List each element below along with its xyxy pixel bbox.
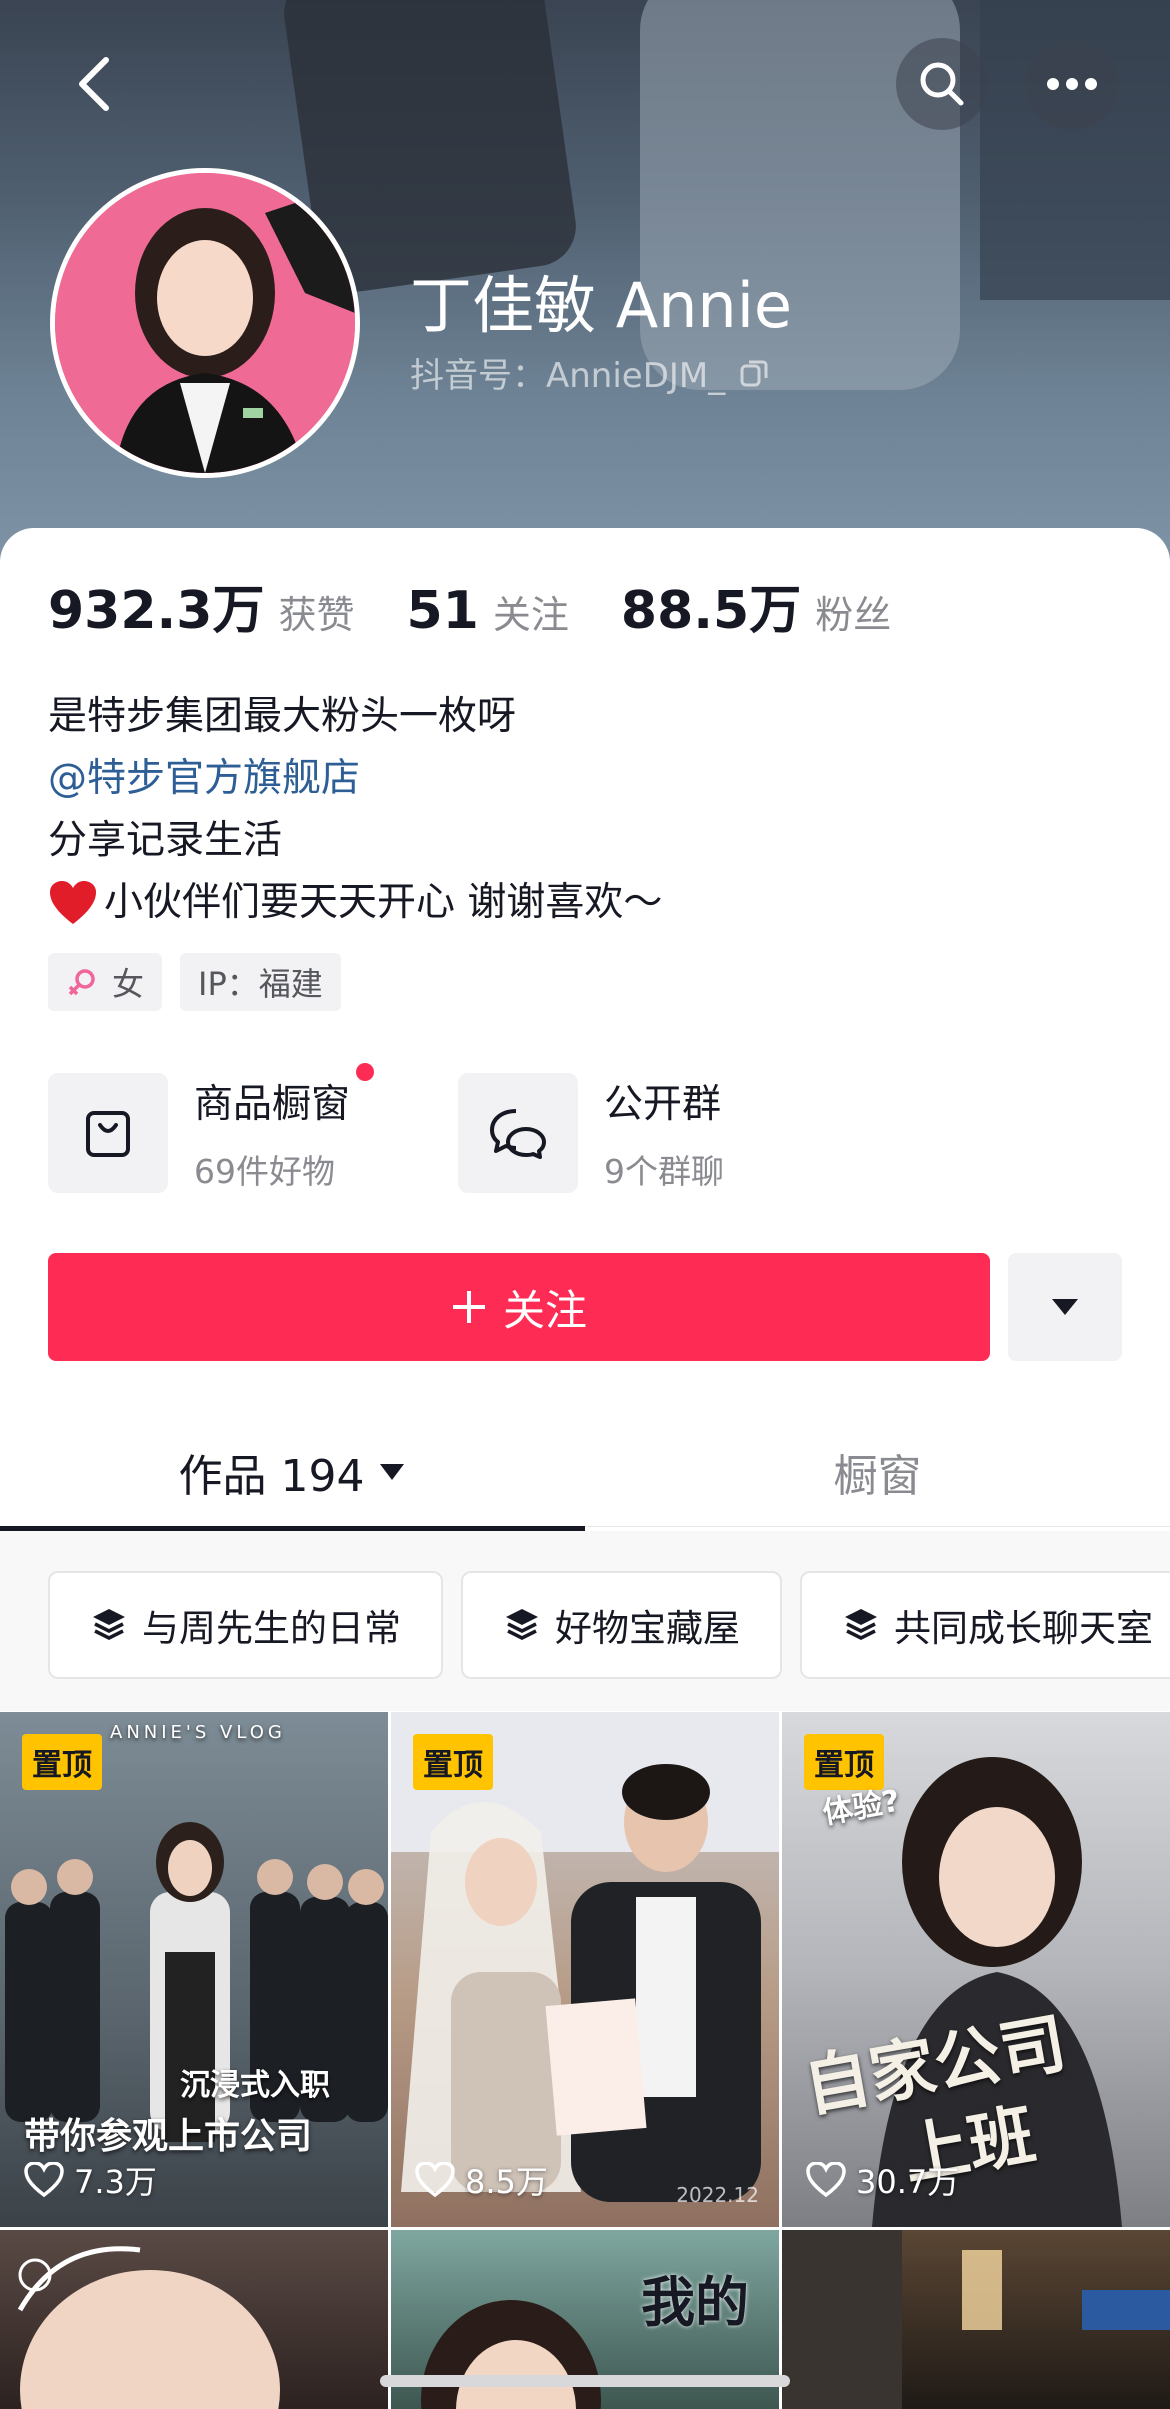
shopping-bag-icon xyxy=(86,1111,130,1157)
bio-line: 小伙伴们要天天开心 谢谢喜欢～ xyxy=(104,880,663,925)
more-options-button[interactable] xyxy=(1026,38,1118,130)
group-icon-box xyxy=(458,1073,578,1193)
female-icon xyxy=(68,969,95,996)
video-likes: 7.3万 xyxy=(24,2157,157,2203)
ip-tag: IP：福建 xyxy=(180,953,341,1011)
follow-label: 关注 xyxy=(502,1285,587,1335)
bio-line: 分享记录生活 xyxy=(48,818,283,863)
bio-mention-link[interactable]: @特步官方旗舰店 xyxy=(48,748,662,810)
bio-line: 是特步集团最大粉头一枚呀 xyxy=(48,694,517,739)
video-likes: 30.7万 xyxy=(806,2157,959,2203)
collection-chip[interactable]: 共同成长聊天室 xyxy=(800,1571,1170,1679)
tab-works[interactable]: 作品 194 xyxy=(0,1418,585,1526)
profile-tags: 女 IP：福建 xyxy=(48,953,341,1011)
content-tabs: 作品 194 橱窗 xyxy=(0,1418,1170,1527)
video-scene xyxy=(17,2246,280,2409)
stat-value: 932.3万 xyxy=(48,581,265,641)
douyin-id[interactable]: 抖音号：AnnieDJM_ xyxy=(410,348,769,397)
copy-icon[interactable] xyxy=(739,358,769,388)
video-caption: 带你参观上市公司 xyxy=(24,2116,313,2157)
avatar-image xyxy=(55,173,355,473)
layers-icon xyxy=(845,1609,877,1640)
collections-bar: 与周先生的日常 好物宝藏屋 共同成长聊天室 xyxy=(0,1531,1170,1711)
stat-label: 粉丝 xyxy=(815,593,892,637)
back-arrow-icon xyxy=(79,57,109,111)
group-subtitle: 9个群聊 xyxy=(604,1152,724,1191)
collection-chip[interactable]: 与周先生的日常 xyxy=(48,1571,443,1679)
stat-value: 88.5万 xyxy=(620,581,802,641)
recommend-dropdown-button[interactable] xyxy=(1008,1253,1122,1361)
notification-dot xyxy=(356,1063,375,1081)
avatar[interactable] xyxy=(50,168,360,478)
back-button[interactable] xyxy=(48,38,140,130)
tab-works-label: 作品 194 xyxy=(178,1451,365,1502)
collection-label: 共同成长聊天室 xyxy=(894,1607,1153,1650)
stat-value: 51 xyxy=(406,581,479,641)
layers-icon xyxy=(93,1609,125,1640)
gender-tag: 女 xyxy=(48,953,163,1011)
public-group-entry[interactable]: 公开群 9个群聊 xyxy=(458,1073,868,1193)
video-thumbnail[interactable] xyxy=(782,2230,1170,2409)
plus-icon xyxy=(452,1291,485,1323)
stat-likes[interactable]: 932.3万 获赞 xyxy=(48,568,355,643)
heart-outline-icon xyxy=(24,2162,64,2198)
bio-line-heart: 小伙伴们要天天开心 谢谢喜欢～ xyxy=(48,872,662,934)
profile-name: 丁佳敏 Annie xyxy=(410,269,793,342)
bio: 是特步集团最大粉头一枚呀 @特步官方旗舰店 分享记录生活 小伙伴们要天天开心 谢… xyxy=(48,686,662,934)
video-header-text: ANNIE'S VLOG xyxy=(110,1722,286,1743)
video-thumbnail[interactable]: 置顶 体验? 自家公司 上班 30.7万 xyxy=(782,1712,1170,2227)
layers-icon xyxy=(506,1609,538,1640)
heart-outline-icon xyxy=(415,2162,455,2198)
video-thumbnail[interactable]: ANNIE'S VLOG 置顶 沉浸式入职 带你参观上市公司 7.3万 xyxy=(0,1712,388,2227)
heart-outline-icon xyxy=(806,2162,846,2198)
shop-window-entry[interactable]: 商品橱窗 69件好物 xyxy=(48,1063,458,1193)
shop-icon-box xyxy=(48,1073,168,1193)
douyin-id-text: 抖音号：AnnieDJM_ xyxy=(410,356,726,396)
gender-text: 女 xyxy=(112,965,145,1003)
chat-bubbles-icon xyxy=(490,1109,546,1159)
stats-row: 932.3万 获赞 51 关注 88.5万 粉丝 xyxy=(48,568,943,643)
video-thumbnail[interactable] xyxy=(0,2230,388,2409)
more-dots-icon xyxy=(1047,78,1097,90)
video-caption: 我的 xyxy=(641,2271,749,2334)
home-indicator xyxy=(380,2375,790,2387)
stat-followers[interactable]: 88.5万 粉丝 xyxy=(621,568,891,643)
tab-showcase-label: 橱窗 xyxy=(833,1451,922,1502)
follow-button[interactable]: 关注 xyxy=(48,1253,990,1361)
video-scene xyxy=(782,2230,1170,2409)
video-caption: 沉浸式入职 xyxy=(180,2068,330,2103)
pinned-badge: 置顶 xyxy=(413,1734,493,1790)
stat-following[interactable]: 51 关注 xyxy=(407,581,569,641)
search-button[interactable] xyxy=(896,38,988,130)
collection-chip[interactable]: 好物宝藏屋 xyxy=(461,1571,782,1679)
search-icon xyxy=(920,62,964,106)
collection-label: 好物宝藏屋 xyxy=(555,1607,740,1650)
pinned-badge: 置顶 xyxy=(22,1734,102,1790)
feature-entries: 商品橱窗 69件好物 公开群 9个群聊 xyxy=(48,1063,868,1193)
triangle-down-icon xyxy=(380,1464,405,1480)
stat-label: 关注 xyxy=(492,593,569,637)
video-date-stamp: 2022.12 xyxy=(676,2183,759,2207)
video-likes: 8.5万 xyxy=(415,2157,548,2203)
video-thumbnail[interactable]: 置顶 2022.12 8.5万 xyxy=(391,1712,779,2227)
stat-label: 获赞 xyxy=(278,593,355,637)
shop-title: 商品橱窗 xyxy=(194,1063,375,1129)
ip-text: IP：福建 xyxy=(198,965,323,1003)
shop-subtitle: 69件好物 xyxy=(194,1152,335,1191)
triangle-down-icon xyxy=(1052,1299,1078,1315)
group-title: 公开群 xyxy=(604,1082,722,1127)
heart-emoji-icon xyxy=(50,881,96,924)
tab-showcase[interactable]: 橱窗 xyxy=(585,1418,1170,1526)
collection-label: 与周先生的日常 xyxy=(142,1607,401,1650)
